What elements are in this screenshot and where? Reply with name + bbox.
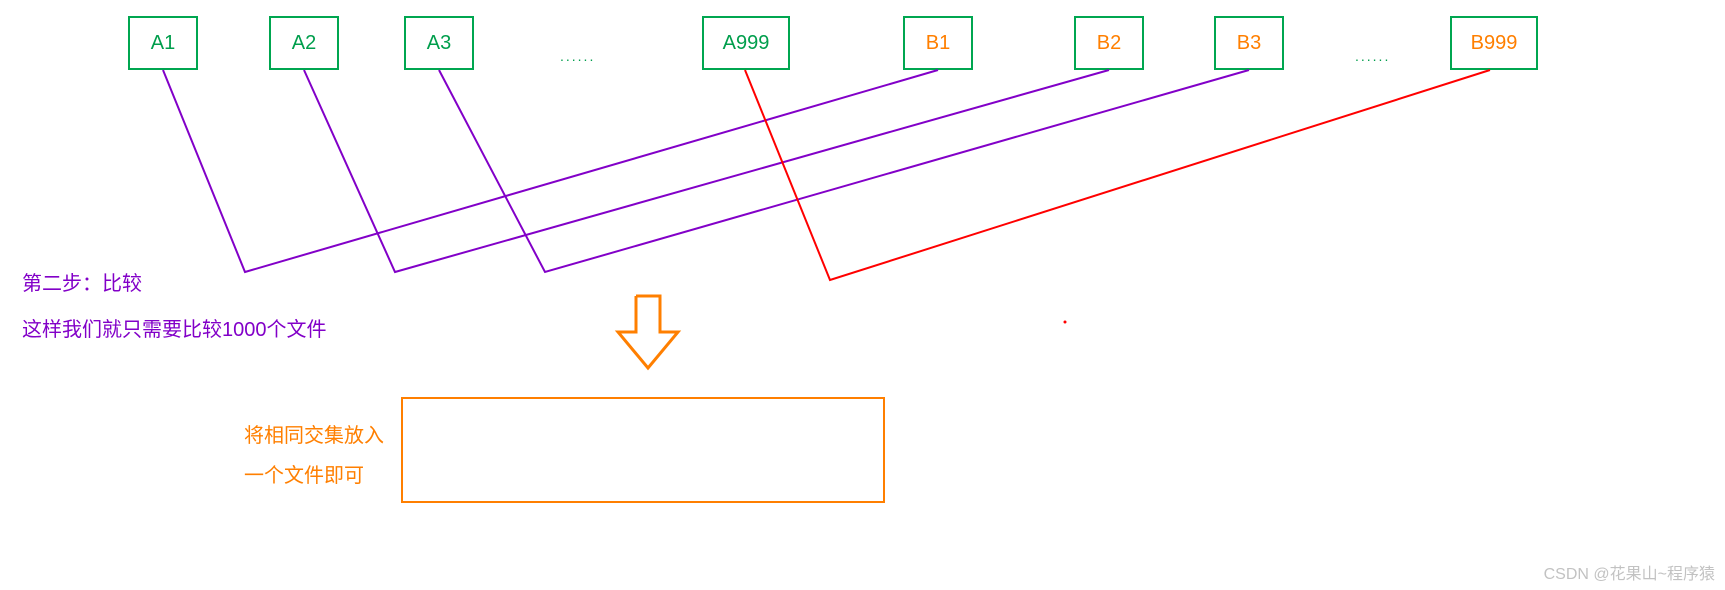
arrow-down-icon — [612, 292, 684, 374]
ellipsis-b: ...... — [1355, 48, 1390, 64]
file-label: B3 — [1237, 32, 1261, 55]
ellipsis-a: ...... — [560, 48, 595, 64]
watermark: CSDN @花果山~程序猿 — [1544, 560, 1715, 584]
file-label: A3 — [427, 32, 451, 55]
file-box-a2: A2 — [269, 16, 339, 70]
file-label: B1 — [926, 32, 950, 55]
file-box-a3: A3 — [404, 16, 474, 70]
file-box-a999: A999 — [702, 16, 790, 70]
result-label-2: 一个文件即可 — [244, 458, 364, 494]
result-label-1: 将相同交集放入 — [244, 418, 384, 454]
file-box-b1: B1 — [903, 16, 973, 70]
file-label: A2 — [292, 32, 316, 55]
file-box-b999: B999 — [1450, 16, 1538, 70]
explain-label: 这样我们就只需要比较1000个文件 — [22, 312, 327, 348]
file-box-b3: B3 — [1214, 16, 1284, 70]
file-label: A999 — [723, 32, 770, 55]
file-box-b2: B2 — [1074, 16, 1144, 70]
file-label: B2 — [1097, 32, 1121, 55]
file-label: B999 — [1471, 32, 1518, 55]
file-box-a1: A1 — [128, 16, 198, 70]
result-file-box — [401, 397, 885, 503]
file-label: A1 — [151, 32, 175, 55]
step-label: 第二步：比较 — [22, 266, 142, 302]
